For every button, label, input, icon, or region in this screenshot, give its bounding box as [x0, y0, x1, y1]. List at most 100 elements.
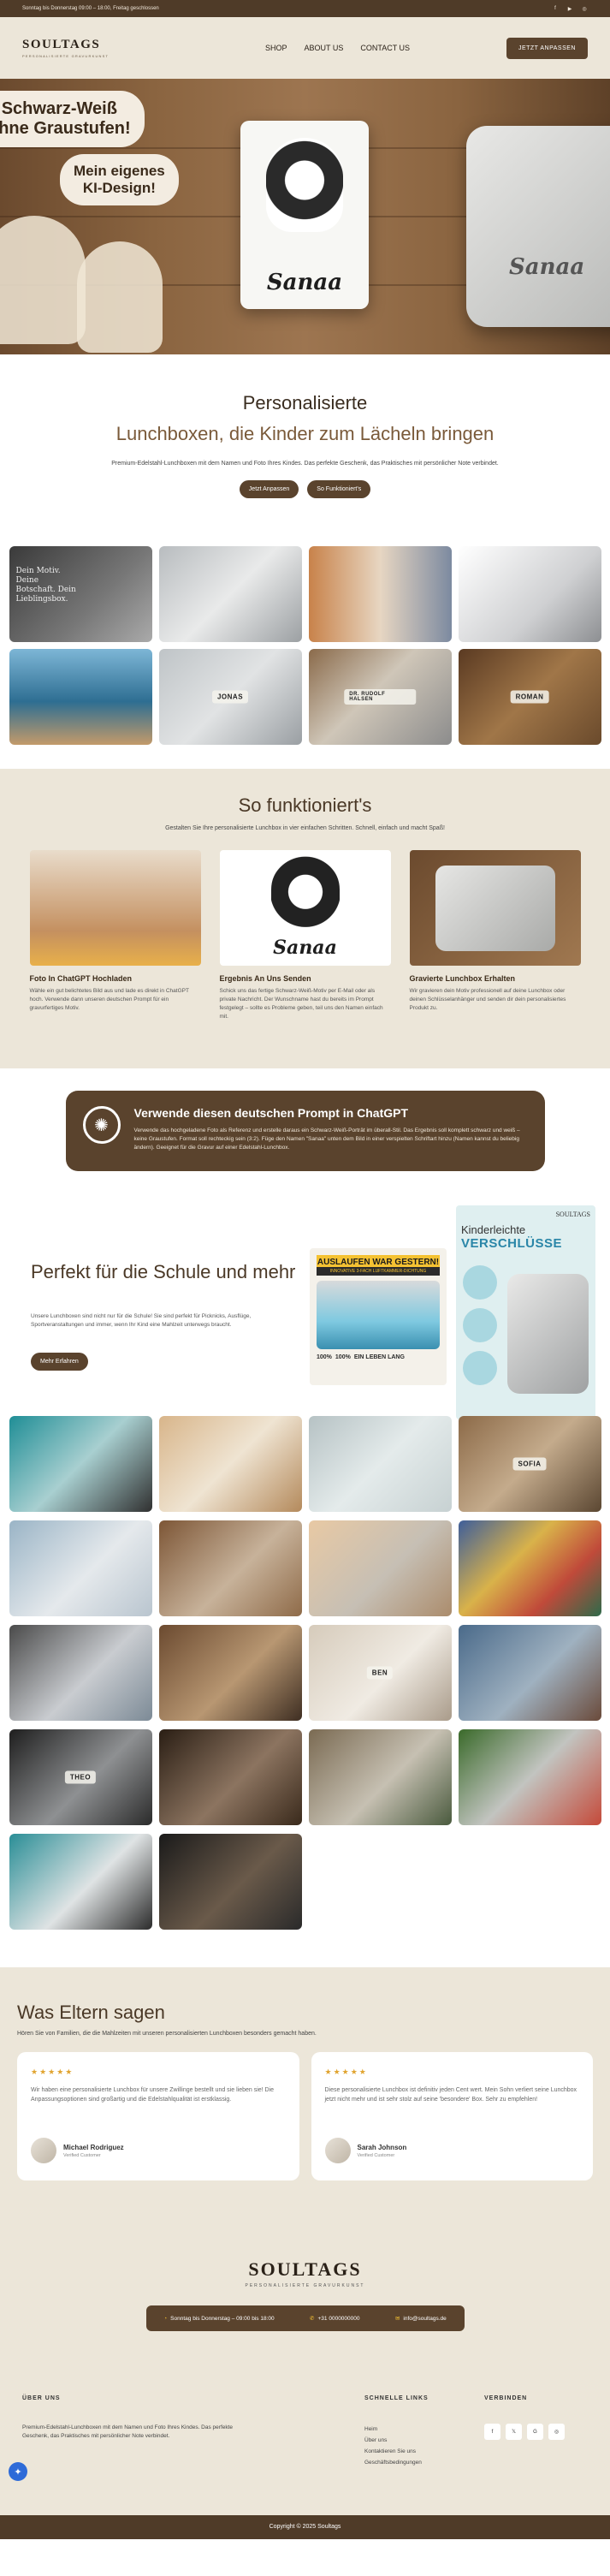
intro-subtitle: Lunchboxen, die Kinder zum Lächeln bring…: [115, 423, 495, 444]
twitter-icon[interactable]: 𝕏: [506, 2424, 522, 2440]
footer-logo[interactable]: SOULTAGS PERSONALISIERTE GRAVURKUNST: [0, 2258, 610, 2288]
gallery-image[interactable]: [158, 1834, 302, 1930]
gallery-image[interactable]: [308, 1729, 452, 1825]
site-footer: SOULTAGS PERSONALISIERTE GRAVURKUNST ◔ So…: [0, 2224, 610, 2515]
testimonials-subtitle: Hören Sie von Familien, die die Mahlzeit…: [17, 2031, 317, 2037]
gallery-image[interactable]: [458, 1729, 601, 1825]
footer-link-about[interactable]: Über uns: [364, 2435, 484, 2446]
promo-leakproof: AUSLAUFEN WAR GESTERN! INNOVATIVE 3-FACH…: [310, 1248, 447, 1385]
gallery-image[interactable]: [308, 1520, 452, 1616]
how-it-works-section: So funktioniert's Gestalten Sie Ihre per…: [0, 769, 610, 1068]
facebook-icon[interactable]: f: [552, 5, 559, 12]
step-card: Sanaa Ergebnis An Uns Senden Schick uns …: [219, 850, 391, 1021]
footer-link-contact[interactable]: Kontaktieren Sie uns: [364, 2446, 484, 2457]
prompt-section: ✺ Verwende diesen deutschen Prompt in Ch…: [0, 1068, 610, 1205]
testimonials-section: Was Eltern sagen Hören Sie von Familien,…: [0, 1967, 610, 2224]
contact-phone[interactable]: ✆ +31 0000000000: [310, 2315, 359, 2322]
testimonial-card: ★★★★★ Diese personalisierte Lunchbox ist…: [311, 2052, 593, 2180]
promo-clasps: SOULTAGS Kinderleichte VERSCHLÜSSE: [456, 1205, 595, 1419]
hero-child-illustration: [0, 216, 86, 344]
gallery-image[interactable]: [158, 1520, 302, 1616]
prompt-title: Verwende diesen deutschen Prompt in Chat…: [133, 1106, 409, 1120]
step-text: Wir gravieren dein Motiv professionell a…: [409, 988, 566, 1011]
gallery-image[interactable]: [158, 1729, 302, 1825]
portrait-illustration: [266, 138, 343, 232]
school-section: Perfekt für die Schule und mehr Unsere L…: [0, 1205, 610, 1419]
hero-portrait-card: Sanaa: [240, 121, 369, 309]
how-subtitle: Gestalten Sie Ihre personalisierte Lunch…: [165, 825, 445, 831]
gallery-image[interactable]: SOFIA: [458, 1416, 601, 1512]
facebook-icon[interactable]: f: [484, 2424, 500, 2440]
opening-hours: Sonntag bis Donnerstag 09:00 – 18:00, Fr…: [22, 6, 159, 11]
gallery-image[interactable]: [9, 1520, 152, 1616]
rating-stars: ★★★★★: [324, 2067, 368, 2076]
gallery-image[interactable]: DR. RUDOLF HALSEN: [308, 649, 452, 745]
gallery-image[interactable]: [458, 546, 601, 642]
customer-gallery: SOFIA BEN THEO: [0, 1416, 610, 1930]
hero-card-name: Sanaa: [266, 270, 343, 295]
testimonials-title: Was Eltern sagen: [17, 2002, 165, 2023]
contact-hours: ◔ Sonntag bis Donnerstag – 09:00 bis 18:0…: [163, 2315, 275, 2322]
intro-section: Personalisierte Lunchboxen, die Kinder z…: [0, 354, 610, 551]
footer-link-home[interactable]: Heim: [364, 2424, 484, 2435]
hero-bubble-left: Schwarz-Weiß ohne Graustufen!: [0, 91, 145, 147]
contact-bar: ◔ Sonntag bis Donnerstag – 09:00 bis 18:0…: [145, 2305, 465, 2331]
product-gallery: Dein Motiv. Deine Botschaft. Dein Liebli…: [0, 546, 610, 745]
chatgpt-icon: ✺: [82, 1106, 121, 1144]
avatar: [324, 2138, 351, 2163]
reviewer-name: Michael Rodriguez: [63, 2143, 124, 2151]
top-bar: Sonntag bis Donnerstag 09:00 – 18:00, Fr…: [0, 0, 610, 17]
site-header: SOULTAGS PERSONALISIERTE GRAVURKUNST SHO…: [0, 17, 610, 79]
nav-shop[interactable]: SHOP: [265, 44, 287, 52]
step-title: Foto In ChatGPT Hochladen: [29, 974, 133, 983]
hero-lunchbox-image: Sanaa: [466, 126, 610, 327]
gallery-image[interactable]: [158, 1416, 302, 1512]
step-text: Schick uns das fertige Schwarz-Weiß-Moti…: [219, 988, 383, 1020]
gallery-image[interactable]: [9, 1416, 152, 1512]
how-it-works-button[interactable]: So Funktioniert's: [307, 480, 371, 498]
footer-about: ÜBER UNS Premium-Edelstahl-Lunchboxen mi…: [22, 2395, 234, 2439]
gallery-image[interactable]: [458, 1625, 601, 1721]
step-text: Wähle ein gut belichtetes Bild aus und l…: [29, 988, 189, 1011]
gallery-image[interactable]: ROMAN: [458, 649, 601, 745]
chat-widget-button[interactable]: ✦: [9, 2462, 27, 2481]
gallery-image[interactable]: [458, 1520, 601, 1616]
nav-about[interactable]: ABOUT US: [305, 44, 344, 52]
gallery-image[interactable]: [9, 1834, 152, 1930]
instagram-icon[interactable]: ◎: [581, 5, 588, 12]
phone-icon: ✆: [310, 2316, 315, 2322]
step-card: Gravierte Lunchbox Erhalten Wir graviere…: [409, 850, 581, 1021]
step-card: Foto In ChatGPT Hochladen Wähle ein gut …: [29, 850, 201, 1021]
hero-banner: Schwarz-Weiß ohne Graustufen! Mein eigen…: [0, 79, 610, 354]
step-image-result: Sanaa: [219, 850, 391, 966]
reviewer-role: Verified Customer: [63, 2152, 101, 2158]
logo[interactable]: SOULTAGS PERSONALISIERTE GRAVURKUNST: [22, 38, 109, 58]
hero-bubble-right: Mein eigenes KI-Design!: [60, 154, 179, 205]
mail-icon: ✉: [394, 2316, 400, 2322]
gallery-image[interactable]: [158, 1625, 302, 1721]
step-image-engraved: [409, 850, 581, 966]
header-cta-button[interactable]: JETZT ANPASSEN: [506, 37, 588, 59]
prompt-text: Verwende das hochgeladene Foto als Refer…: [133, 1127, 520, 1151]
gallery-image[interactable]: Dein Motiv. Deine Botschaft. Dein Liebli…: [9, 546, 152, 642]
instagram-icon[interactable]: ◎: [548, 2424, 565, 2440]
footer-link-terms[interactable]: Geschäftsbedingungen: [364, 2457, 484, 2468]
intro-title: Personalisierte: [242, 392, 368, 413]
gallery-image[interactable]: BEN: [308, 1625, 452, 1721]
gallery-image[interactable]: [9, 649, 152, 745]
gallery-image[interactable]: [308, 1416, 452, 1512]
nav-contact[interactable]: CONTACT US: [360, 44, 410, 52]
gallery-image[interactable]: [9, 1625, 152, 1721]
contact-email[interactable]: ✉ info@soultags.de: [395, 2315, 447, 2322]
learn-more-button[interactable]: Mehr Erfahren: [31, 1353, 88, 1371]
gallery-image[interactable]: [308, 546, 452, 642]
testimonial-card: ★★★★★ Wir haben eine personalisierte Lun…: [17, 2052, 299, 2180]
top-social-links: f ▶ ◎: [552, 5, 588, 12]
google-icon[interactable]: G: [527, 2424, 543, 2440]
gallery-image[interactable]: THEO: [9, 1729, 152, 1825]
youtube-icon[interactable]: ▶: [566, 5, 573, 12]
gallery-image[interactable]: JONAS: [158, 649, 302, 745]
gallery-image[interactable]: [158, 546, 302, 642]
step-title: Ergebnis An Uns Senden: [219, 974, 311, 983]
customize-button[interactable]: Jetzt Anpassen: [239, 480, 299, 498]
